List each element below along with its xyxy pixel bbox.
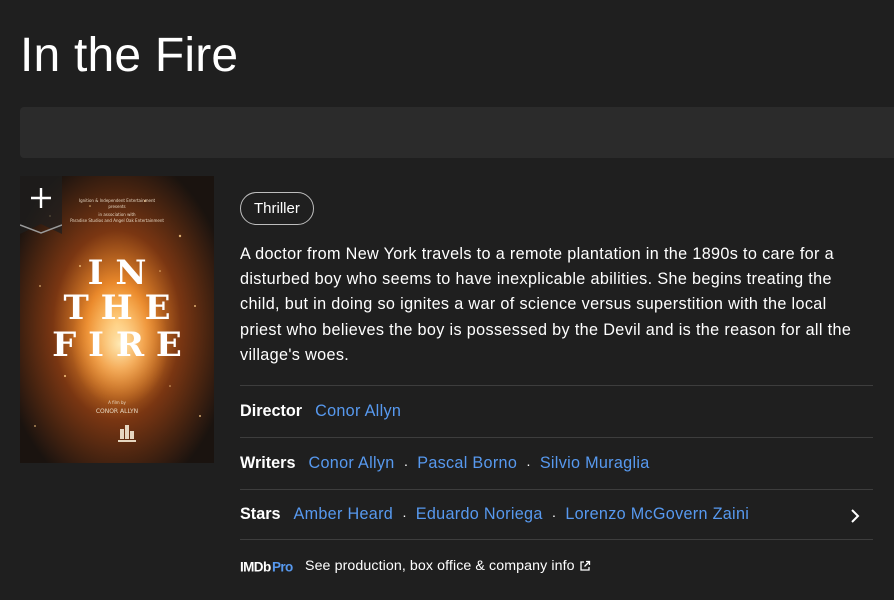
credit-row-writers: Writers Conor Allyn · Pascal Borno · Sil… — [240, 437, 873, 489]
poster-credit-line: presents — [108, 204, 125, 209]
writer-link[interactable]: Pascal Borno — [417, 454, 517, 473]
credit-label: Writers — [240, 454, 296, 472]
poster-a-film-by: A film by — [108, 400, 126, 405]
separator-dot: · — [551, 506, 557, 523]
principal-credits: Director Conor Allyn Writers Conor Allyn… — [240, 385, 873, 540]
poster-credit-line: Ignition & Independent Entertainment — [79, 198, 156, 203]
star-link[interactable]: Eduardo Noriega — [416, 505, 543, 524]
credit-label: Director — [240, 402, 303, 420]
credit-row-director: Director Conor Allyn — [240, 385, 873, 437]
writer-link[interactable]: Silvio Muraglia — [540, 454, 650, 473]
separator-dot: · — [402, 506, 407, 523]
svg-text:IMDb: IMDb — [240, 559, 271, 574]
director-link[interactable]: Conor Allyn — [315, 402, 401, 421]
credit-label: Stars — [240, 505, 281, 523]
imdbpro-logo-icon: IMDb Pro — [240, 559, 294, 574]
imdbpro-link-text: See production, box office & company inf… — [305, 558, 575, 574]
media-strip — [20, 107, 894, 158]
svg-text:Pro: Pro — [272, 559, 293, 574]
page-title: In the Fire — [20, 29, 239, 82]
star-link[interactable]: Lorenzo McGovern Zaini — [565, 505, 749, 524]
writer-link[interactable]: Conor Allyn — [308, 454, 394, 473]
credit-row-stars[interactable]: Stars Amber Heard · Eduardo Noriega · Lo… — [240, 489, 873, 540]
poster-director: CONOR ALLYN — [96, 408, 138, 415]
separator-dot: · — [526, 455, 531, 472]
poster-title-line: I N — [88, 253, 147, 293]
add-to-watchlist-button[interactable] — [19, 176, 63, 234]
plot-summary: A doctor from New York travels to a remo… — [240, 245, 852, 364]
star-link[interactable]: Amber Heard — [294, 505, 394, 524]
watchlist-ribbon-icon — [19, 176, 63, 234]
imdbpro-link[interactable]: IMDb Pro See production, box office & co… — [240, 556, 591, 576]
poster-title-line: F I R E — [52, 325, 182, 365]
chevron-right-icon[interactable] — [845, 506, 865, 526]
external-link-icon — [579, 560, 590, 571]
separator-dot: · — [403, 455, 409, 472]
poster-title-line: T H E — [63, 288, 170, 328]
poster-credit-line: in association with — [98, 212, 136, 217]
poster-credit-line: Paradise Studios and Angel Oak Entertain… — [70, 218, 164, 223]
genre-chip-thriller[interactable]: Thriller — [240, 192, 314, 225]
